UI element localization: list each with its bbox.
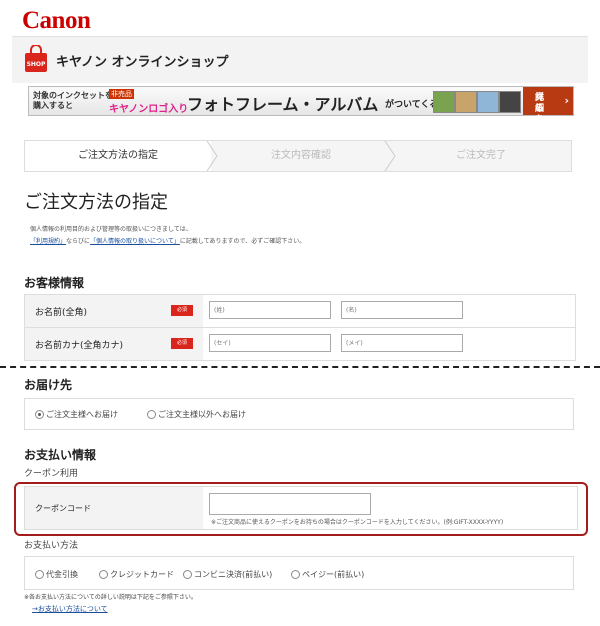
page-title: ご注文方法の指定: [24, 192, 168, 213]
payment-method-options: 代金引換 クレジットカード コンビニ決済(前払い) ペイジー(前払い): [24, 556, 574, 590]
radio-selected-icon: [35, 410, 44, 419]
banner-details-button[interactable]: 詳細を 見る ›: [523, 87, 573, 125]
radio-icon: [291, 570, 300, 579]
first-name-kana-input[interactable]: [341, 334, 463, 352]
canon-logo[interactable]: Canon: [22, 7, 91, 35]
step-order-method: ご注文方法の指定: [25, 141, 211, 171]
payment-info-link[interactable]: →お支払い方法について: [32, 604, 108, 614]
radio-icon: [183, 570, 192, 579]
coupon-highlight: クーポンコード ※ご注文商品に使えるクーポンをお持ちの場合はクーポンコードを入力…: [14, 482, 588, 536]
banner-tag: 非売品: [109, 89, 134, 99]
promo-banner[interactable]: 対象のインクセットを 購入すると 非売品 キヤノンロゴ入り フォトフレーム・アルバ…: [28, 86, 574, 125]
privacy-link[interactable]: 「個人情報の取り扱いについて」: [90, 238, 180, 245]
coupon-label-cell: クーポンコード: [25, 487, 203, 529]
radio-icon: [147, 410, 156, 419]
step-confirm: 注文内容確認: [271, 150, 331, 161]
payment-credit-radio[interactable]: クレジットカード: [99, 569, 174, 580]
delivery-options: ご注文主様へお届け ご注文主様以外へお届け: [24, 398, 574, 430]
shopping-bag-icon[interactable]: SHOP: [24, 45, 48, 73]
step-arrow-icon: [384, 141, 396, 171]
step-complete: ご注文完了: [456, 150, 506, 161]
shop-header: SHOP キヤノン オンラインショップ: [12, 36, 588, 83]
terms-link[interactable]: 「利用規約」: [30, 238, 66, 245]
payment-payeasy-radio[interactable]: ペイジー(前払い): [291, 569, 364, 580]
product-image: [455, 91, 477, 113]
banner-sub: キヤノンロゴ入り: [109, 104, 189, 115]
payment-method-subheading: お支払い方法: [24, 541, 79, 551]
shop-title[interactable]: キヤノン オンラインショップ: [56, 51, 229, 70]
shop-icon-text: SHOP: [27, 61, 46, 68]
kana-label-cell: お名前カナ(全角カナ) 必須: [25, 328, 203, 360]
customer-form: お名前(全角) 必須 お名前カナ(全角カナ) 必須: [24, 294, 576, 361]
kana-label: お名前カナ(全角カナ): [35, 341, 124, 351]
privacy-notice: 個人情報の利用目的および管理等の取扱いにつきましては、 「利用規約」ならびに「個…: [30, 226, 306, 245]
payment-convenience-radio[interactable]: コンビニ決済(前払い): [183, 569, 272, 580]
cut-divider: [0, 366, 600, 368]
banner-product-images: [431, 89, 523, 113]
delivery-self-radio[interactable]: ご注文主様へお届け: [35, 409, 118, 420]
required-badge: 必須: [171, 305, 193, 316]
name-row: お名前(全角) 必須: [25, 295, 575, 328]
chevron-right-icon: ›: [564, 94, 569, 107]
checkout-progress: ご注文方法の指定 注文内容確認 ご注文完了: [24, 140, 572, 172]
product-image: [477, 91, 499, 113]
delivery-heading: お届け先: [24, 378, 73, 392]
coupon-subheading: クーポン利用: [24, 469, 79, 479]
kana-row: お名前カナ(全角カナ) 必須: [25, 328, 575, 360]
name-label-cell: お名前(全角) 必須: [25, 295, 203, 327]
payment-cod-radio[interactable]: 代金引換: [35, 569, 78, 580]
banner-main: フォトフレーム・アルバム: [187, 95, 379, 114]
banner-condition: 対象のインクセットを 購入すると: [33, 91, 113, 110]
step-arrow-icon: [206, 141, 218, 171]
first-name-input[interactable]: [341, 301, 463, 319]
customer-heading: お客様情報: [24, 276, 85, 290]
name-label: お名前(全角): [35, 308, 88, 318]
delivery-other-radio[interactable]: ご注文主様以外へお届け: [147, 409, 246, 420]
last-name-kana-input[interactable]: [209, 334, 331, 352]
coupon-row: クーポンコード ※ご注文商品に使えるクーポンをお持ちの場合はクーポンコードを入力…: [24, 486, 578, 530]
radio-icon: [99, 570, 108, 579]
product-image: [499, 91, 521, 113]
product-image: [433, 91, 455, 113]
last-name-input[interactable]: [209, 301, 331, 319]
radio-icon: [35, 570, 44, 579]
coupon-label: クーポンコード: [35, 504, 91, 513]
required-badge: 必須: [171, 338, 193, 349]
coupon-code-input[interactable]: [209, 493, 371, 515]
payment-heading: お支払い情報: [24, 448, 97, 462]
payment-note: ※各お支払い方法についての詳しい説明は下記をご参照下さい。: [24, 594, 197, 601]
coupon-hint: ※ご注文商品に使えるクーポンをお持ちの場合はクーポンコードを入力してください。(…: [211, 519, 504, 526]
